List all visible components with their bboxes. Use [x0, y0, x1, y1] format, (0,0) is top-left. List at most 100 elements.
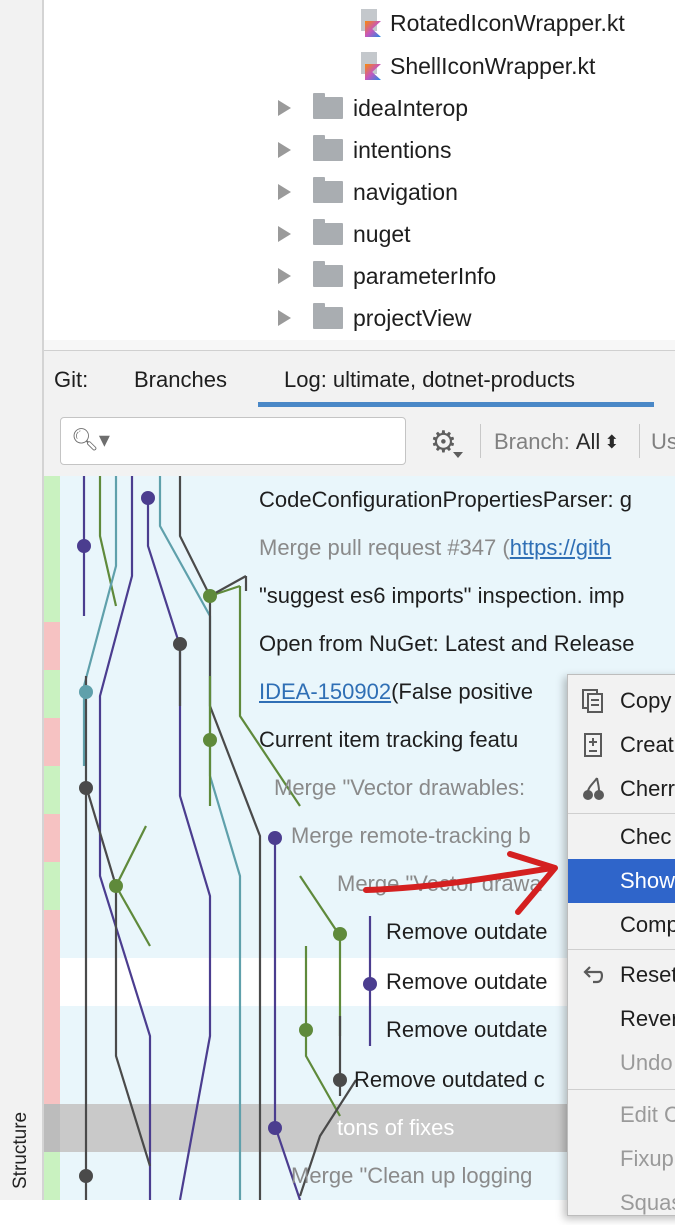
tree-file-row[interactable]: RotatedIconWrapper.kt: [358, 2, 625, 44]
git-tab-bar: Git: Branches Log: ultimate, dotnet-prod…: [44, 350, 675, 409]
cherry-pick-icon: [578, 775, 608, 803]
commit-row[interactable]: "suggest es6 imports" inspection. imp: [259, 572, 675, 620]
menu-icon-placeholder: [578, 1005, 608, 1033]
expand-arrow-icon[interactable]: [278, 226, 291, 242]
commit-link[interactable]: https://gith: [510, 535, 612, 561]
menu-icon-placeholder: [578, 823, 608, 851]
expand-arrow-icon[interactable]: [278, 310, 291, 326]
reset-icon: [578, 961, 608, 989]
commit-row[interactable]: Open from NuGet: Latest and Release: [259, 620, 675, 668]
tree-folder-label: nuget: [353, 220, 411, 247]
settings-dropdown-icon: [453, 452, 463, 458]
search-icon[interactable]: 🔍︎▾: [71, 427, 110, 453]
menu-icon-placeholder: [578, 867, 608, 895]
graph-branch-line: [273, 836, 302, 1200]
commit-row[interactable]: Remove outdate: [386, 958, 567, 1006]
graph-branch-line: [115, 885, 151, 947]
menu-item-revert[interactable]: Rever: [568, 997, 675, 1041]
issue-link[interactable]: IDEA-150902: [259, 679, 391, 705]
menu-item-squash: Squas: [568, 1181, 675, 1225]
folder-icon: [313, 177, 343, 203]
graph-branch-line: [98, 476, 152, 1200]
commit-message: Merge pull request #347 (: [259, 535, 510, 560]
menu-icon-placeholder: [578, 1189, 608, 1217]
commit-row[interactable]: IDEA-150902 (False positive: [259, 668, 567, 716]
tree-folder-label: projectView: [353, 304, 472, 331]
menu-item-label: Chec: [620, 824, 672, 849]
branch-filter-label: Branch:: [494, 429, 570, 454]
kotlin-file-icon: [358, 9, 381, 37]
commit-message: Remove outdate: [386, 919, 548, 944]
commit-row[interactable]: Merge "Vector drawables:: [274, 764, 567, 812]
menu-item-checkout[interactable]: Chec: [568, 815, 675, 859]
commit-message: tons of fixes: [337, 1115, 455, 1140]
commit-message: Current item tracking featu: [259, 727, 519, 752]
menu-item-copy[interactable]: Copy: [568, 679, 675, 723]
commit-message: Merge "Vector drawables:: [274, 775, 526, 800]
menu-item-label: Show: [620, 868, 675, 893]
graph-branch-line: [98, 476, 118, 607]
tree-folder-row[interactable]: nuget: [278, 213, 411, 255]
commit-message: (False positive: [391, 679, 533, 704]
commit-node: [77, 539, 91, 553]
graph-branch-line: [115, 825, 147, 887]
menu-item-create-patch[interactable]: Creat: [568, 723, 675, 767]
expand-arrow-icon[interactable]: [278, 100, 291, 116]
folder-icon: [313, 261, 343, 287]
kotlin-file-icon: [358, 52, 381, 80]
menu-separator: [568, 1089, 675, 1090]
menu-icon-placeholder: [578, 1101, 608, 1129]
menu-item-show-selected[interactable]: Show: [568, 859, 675, 903]
folder-icon: [313, 93, 343, 119]
gutter-green: [44, 766, 60, 814]
menu-separator: [568, 949, 675, 950]
log-search-input[interactable]: 🔍︎▾: [60, 417, 406, 465]
structure-label: Structure: [10, 1111, 31, 1189]
gutter-green: [44, 476, 60, 622]
commit-row[interactable]: Remove outdated c: [354, 1056, 567, 1104]
git-tool-label: Git:: [54, 367, 89, 392]
commit-node: [173, 637, 187, 651]
commit-row[interactable]: CodeConfigurationPropertiesParser: g: [259, 476, 675, 524]
commit-row[interactable]: Merge "Clean up logging: [291, 1152, 567, 1200]
gutter-green: [44, 1152, 60, 1200]
tree-folder-row[interactable]: parameterInfo: [278, 255, 496, 297]
structure-tool-strip: [0, 0, 44, 1200]
menu-item-reset[interactable]: Reset: [568, 953, 675, 997]
tab-branches[interactable]: Branches: [134, 351, 227, 409]
commit-row[interactable]: Current item tracking featu: [259, 716, 567, 764]
branch-filter-value: All: [575, 429, 601, 454]
commit-row[interactable]: Merge pull request #347 (https://gith: [259, 524, 675, 572]
commit-message: CodeConfigurationPropertiesParser: g: [259, 487, 632, 512]
commit-message: Remove outdated c: [354, 1067, 545, 1092]
commit-row[interactable]: Remove outdate: [386, 1006, 567, 1054]
menu-icon-placeholder: [578, 911, 608, 939]
commit-node: [333, 927, 347, 941]
menu-item-undo: Undo: [568, 1041, 675, 1085]
tree-file-row[interactable]: ShellIconWrapper.kt: [358, 45, 595, 87]
tree-folder-row[interactable]: projectView: [278, 297, 471, 339]
gutter-red: [44, 718, 60, 766]
menu-item-cherry-pick[interactable]: Cherr: [568, 767, 675, 811]
branch-filter[interactable]: Branch: All ⬍: [494, 429, 619, 455]
expand-arrow-icon[interactable]: [278, 142, 291, 158]
expand-arrow-icon[interactable]: [278, 184, 291, 200]
tree-folder-row[interactable]: navigation: [278, 171, 458, 213]
tree-folder-label: intentions: [353, 136, 452, 163]
gutter-gray: [44, 1104, 60, 1152]
menu-separator: [568, 813, 675, 814]
user-filter[interactable]: Us: [651, 429, 675, 455]
menu-item-label: Creat: [620, 732, 674, 757]
annotation-arrow-head: [507, 851, 558, 915]
commit-node: [79, 685, 93, 699]
tree-folder-row[interactable]: ideaInterop: [278, 87, 468, 129]
commit-context-menu: Copy Creat Cherr Chec Show Comp Reset Re…: [567, 674, 675, 1216]
structure-tool-button[interactable]: Structure: [8, 1100, 34, 1200]
menu-item-compare[interactable]: Comp: [568, 903, 675, 947]
tab-log[interactable]: Log: ultimate, dotnet-products: [284, 351, 575, 409]
menu-item-label: Comp: [620, 912, 675, 937]
commit-row-selected[interactable]: tons of fixes: [337, 1104, 567, 1152]
annotation-arrow: [363, 851, 558, 915]
expand-arrow-icon[interactable]: [278, 268, 291, 284]
tree-folder-row[interactable]: intentions: [278, 129, 451, 171]
